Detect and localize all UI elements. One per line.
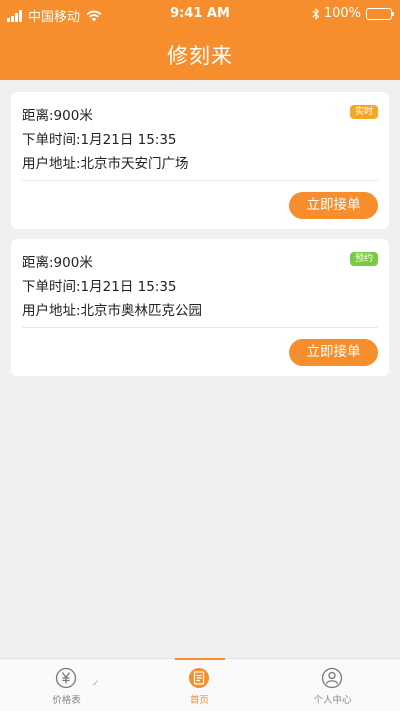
realtime-badge: 实时 [349, 105, 378, 119]
accept-order-button[interactable]: 立即接单 [289, 339, 378, 366]
card-divider [22, 327, 378, 328]
status-right: 100% [312, 6, 394, 21]
order-card: 距离:900米 下单时间:1月21日 15:35 用户地址:北京市天安门广场 实… [11, 92, 389, 229]
accept-order-button[interactable]: 立即接单 [289, 192, 378, 219]
order-address: 用户地址:北京市奥林匹克公园 [22, 303, 203, 319]
tab-price-list[interactable]: ✓ 价格表 [0, 659, 133, 711]
order-distance: 距离:900米 [22, 255, 93, 271]
active-indicator [175, 658, 225, 660]
person-icon [321, 667, 343, 689]
card-divider [22, 180, 378, 181]
order-card: 距离:900米 下单时间:1月21日 15:35 用户地址:北京市奥林匹克公园 … [11, 239, 389, 376]
check-icon: ✓ [92, 679, 100, 689]
bluetooth-icon [312, 7, 320, 20]
tab-label: 价格表 [52, 695, 81, 706]
home-document-icon [189, 668, 209, 688]
battery-icon [366, 7, 394, 20]
reservation-badge: 预约 [349, 252, 378, 266]
tab-profile[interactable]: 个人中心 [266, 659, 399, 711]
battery-percent: 100% [323, 6, 361, 21]
order-distance: 距离:900米 [22, 108, 93, 124]
tab-home[interactable]: 首页 [133, 658, 266, 711]
yuan-icon [55, 667, 77, 689]
tab-bar: ✓ 价格表 首页 个人中心 [0, 658, 400, 711]
order-time: 下单时间:1月21日 15:35 [22, 279, 177, 295]
order-address: 用户地址:北京市天安门广场 [22, 156, 189, 172]
status-bar: 中国移动 9:41 AM 100% [0, 0, 400, 28]
tab-label: 首页 [189, 695, 209, 706]
order-time: 下单时间:1月21日 15:35 [22, 132, 177, 148]
app-header: 中国移动 9:41 AM 100% 修刻来 [0, 0, 400, 80]
page-title: 修刻来 [167, 44, 233, 68]
tab-label: 个人中心 [313, 695, 352, 706]
